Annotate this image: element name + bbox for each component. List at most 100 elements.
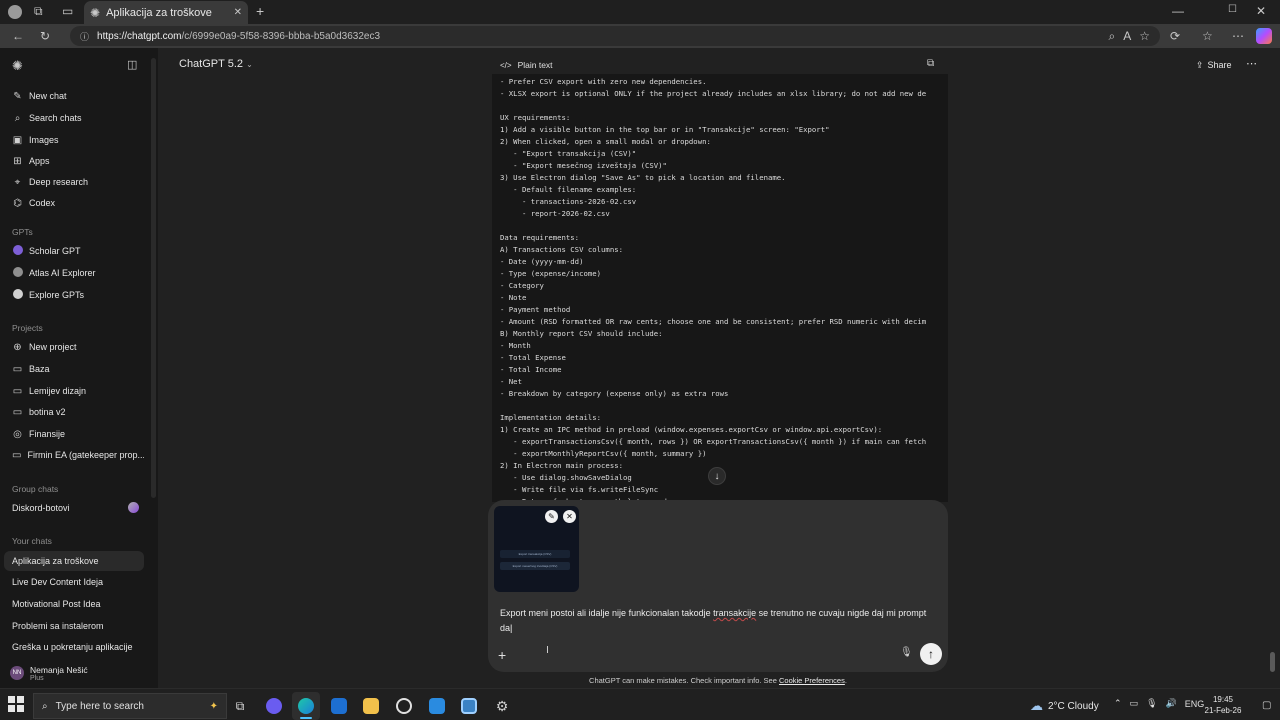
vscode-app-icon[interactable] (423, 692, 451, 720)
folder-icon: ▭ (12, 406, 23, 418)
code-line: UX requirements: (500, 113, 571, 122)
copy-code-icon[interactable]: ⧉ (927, 58, 934, 69)
model-name: ChatGPT 5.2 (179, 58, 243, 70)
sidebar-item[interactable]: Problemi sa instalerom (4, 616, 144, 636)
code-line: - Note (500, 293, 527, 302)
edit-attachment-icon[interactable]: ✎ (545, 510, 558, 523)
taskbar-search[interactable]: ⌕ Type here to search ✦ (33, 693, 227, 719)
microphone-icon[interactable]: 🎙 (900, 647, 913, 658)
close-tab-icon[interactable]: ✕ (234, 7, 242, 18)
task-view-icon[interactable]: ⧉ (226, 692, 254, 720)
sidebar-section-heading: Group chats (12, 484, 59, 494)
sidebar-item[interactable]: ⊕ New project (4, 337, 144, 357)
prompt-input[interactable]: Export meni postoi ali idalje nije funkc… (500, 606, 940, 636)
sidebar-item[interactable]: Atlas AI Explorer (4, 263, 144, 283)
site-info-icon[interactable]: ⓘ (80, 30, 89, 43)
close-window-icon[interactable]: ✕ (1256, 4, 1266, 18)
code-line: B) Monthly report CSV should include: (500, 329, 663, 338)
gpt-icon (12, 244, 23, 258)
edge-app-icon[interactable] (292, 692, 320, 720)
minimize-icon[interactable]: — (1172, 4, 1184, 18)
read-aloud-icon[interactable]: A (1123, 29, 1131, 43)
toggle-sidebar-icon[interactable]: ◫ (127, 58, 137, 71)
new-tab-icon[interactable]: + (256, 3, 264, 19)
main-scrollbar[interactable] (1268, 48, 1276, 688)
more-options-icon[interactable]: ⋯ (1246, 57, 1257, 70)
sidebar-item[interactable]: ⌕ Search chats (4, 108, 144, 128)
code-line: - Type (expense/income) (500, 269, 602, 278)
add-attachment-icon[interactable]: + (498, 647, 506, 663)
sidebar-item[interactable]: ⊞ Apps (4, 151, 144, 171)
sidebar-item[interactable]: Live Dev Content Ideja (4, 572, 144, 592)
outlook-app-icon[interactable] (325, 692, 353, 720)
sidebar-item[interactable]: ▭ botina v2 (4, 402, 144, 422)
sidebar-item[interactable]: Greška u pokretanju aplikacije (4, 637, 144, 657)
chatgpt-app-icon[interactable] (390, 692, 418, 720)
code-line: - Breakdown by category (expense only) a… (500, 389, 729, 398)
send-button[interactable]: ↑ (920, 643, 942, 665)
model-selector[interactable]: ChatGPT 5.2 ⌄ (179, 58, 253, 70)
zoom-icon[interactable]: ⌕ (1108, 29, 1115, 44)
maximize-icon[interactable]: ☐ (1228, 4, 1237, 15)
sidebar-item[interactable]: ⌖ Deep research (4, 172, 144, 192)
sidebar-item-label: Live Dev Content Ideja (12, 577, 104, 587)
user-menu[interactable]: NN Nemanja Nešić Plus (4, 660, 144, 686)
favorites-icon[interactable]: ☆ (1202, 29, 1213, 43)
back-icon[interactable]: ← (12, 29, 24, 43)
sidebar-item-label: Explore GPTs (29, 290, 85, 300)
openai-logo-icon[interactable]: ✺ (12, 58, 23, 74)
sidebar-item[interactable]: ▭ Lemijev dizajn (4, 381, 144, 401)
sidebar-item[interactable]: ✎ New chat (4, 86, 144, 106)
folder-icon: ▭ (12, 385, 23, 397)
windows-start-icon[interactable] (6, 694, 26, 714)
sidebar-item[interactable]: ▭ Baza (4, 359, 144, 379)
sidebar-item[interactable]: ▭ Firmin EA (gatekeeper prop... (4, 445, 144, 465)
sidebar-item[interactable]: Scholar GPT (4, 241, 144, 261)
copilot-icon[interactable] (1256, 28, 1272, 44)
sidebar-item[interactable]: ◎ Finansije (4, 424, 144, 444)
address-bar[interactable]: ⓘ https://chatgpt.com/c/6999e0a9-5f58-83… (70, 26, 1160, 46)
profile-icon[interactable] (8, 5, 22, 19)
sidebar-item[interactable]: Explore GPTs (4, 285, 144, 305)
sidebar-item[interactable]: Diskord-botovi (4, 498, 144, 518)
scroll-down-button[interactable]: ↓ (708, 467, 726, 485)
volume-icon[interactable]: 🔊 (1166, 698, 1177, 709)
bookmark-icon[interactable]: ☆ (1139, 29, 1150, 43)
share-label: Share (1207, 60, 1232, 70)
code-line: 2) When clicked, open a small modal or d… (500, 137, 711, 146)
sidebar-item[interactable]: Motivational Post Idea (4, 594, 144, 614)
sidebar-item-label: Atlas AI Explorer (29, 268, 96, 278)
sidebar-item[interactable]: ⌬ Codex (4, 193, 144, 213)
share-icon: ⇪ (1196, 59, 1204, 70)
search-highlight-icon: ✦ (209, 700, 218, 712)
chevron-up-icon[interactable]: ⌃ (1114, 698, 1122, 709)
network-icon[interactable]: ▭ (1130, 698, 1139, 709)
code-line: - transactions-2026-02.csv (500, 197, 637, 206)
browser-tab-active[interactable]: ✺ Aplikacija za troškove ✕ (84, 1, 248, 24)
tab-actions-icon[interactable]: ▭ (62, 4, 73, 18)
workspaces-icon[interactable]: ⧉ (34, 4, 43, 19)
weather-widget[interactable]: ☁ 2°C Cloudy (1030, 698, 1099, 714)
sidebar-section-heading: Your chats (12, 536, 52, 546)
discord-app-icon[interactable] (260, 692, 288, 720)
extensions-icon[interactable]: ⟳ (1170, 29, 1180, 43)
user-plan: Plus (30, 674, 44, 682)
misspelled-word: transakcije (713, 608, 757, 618)
notifications-icon[interactable]: ▢ (1262, 700, 1271, 711)
sidebar-scrollbar[interactable] (150, 48, 158, 688)
microphone-tray-icon[interactable]: 🎙 (1146, 698, 1157, 709)
sidebar-item[interactable]: Aplikacija za troškove (4, 551, 144, 571)
remove-attachment-icon[interactable]: ✕ (563, 510, 576, 523)
browser-menu-icon[interactable]: ⋯ (1232, 29, 1244, 43)
clock[interactable]: 19:45 21-Feb-26 (1200, 694, 1246, 716)
file-explorer-icon[interactable] (357, 692, 385, 720)
share-button[interactable]: ⇪ Share (1196, 57, 1232, 73)
code-block: - Prefer CSV export with zero new depend… (492, 74, 948, 502)
settings-app-icon[interactable]: ⚙ (488, 692, 516, 720)
reload-icon[interactable]: ↻ (40, 29, 50, 43)
window-app-icon[interactable] (455, 692, 483, 720)
cookie-preferences-link[interactable]: Cookie Preferences (779, 676, 845, 685)
avatar: NN (10, 666, 24, 680)
sidebar-item[interactable]: ▣ Images (4, 130, 144, 150)
code-line: - "Export mesečnog izveštaja (CSV)" (500, 161, 667, 170)
